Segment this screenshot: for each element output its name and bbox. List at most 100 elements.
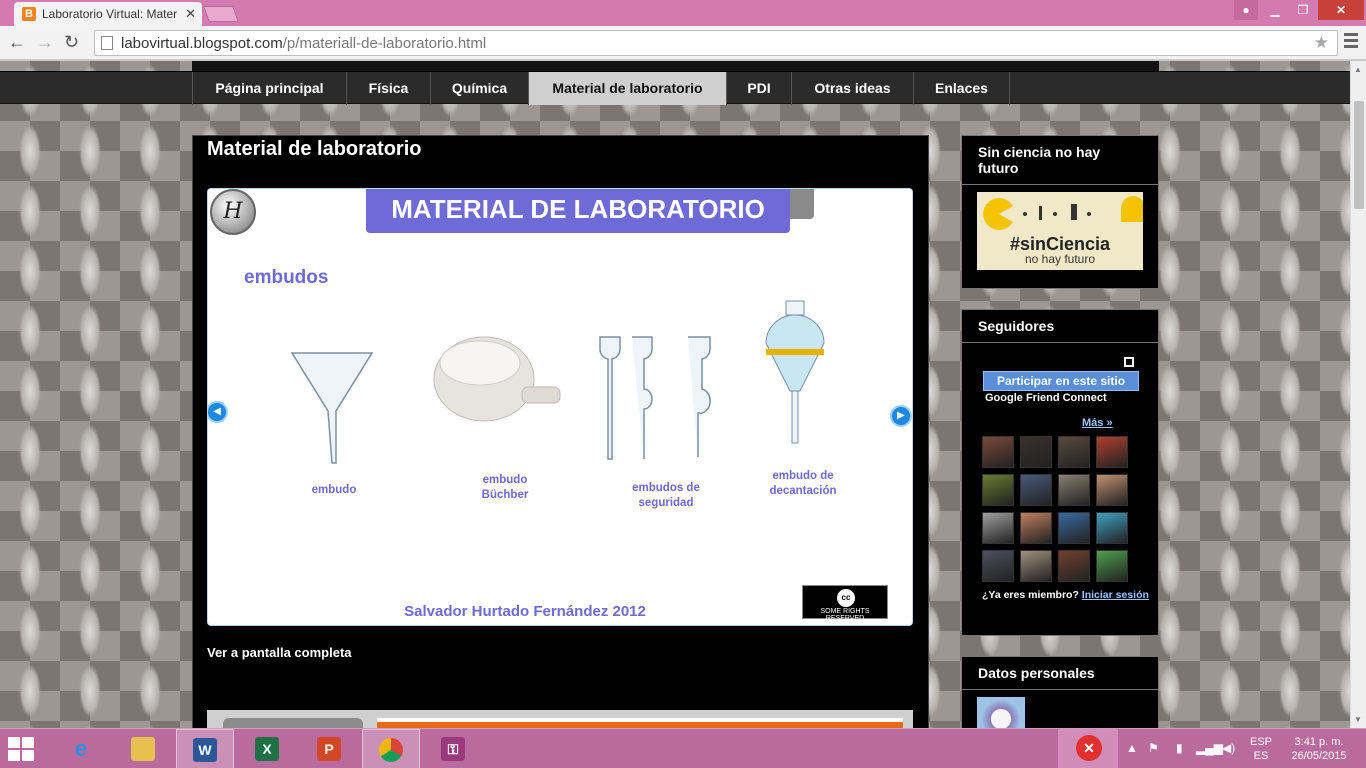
follower-avatar[interactable]	[1096, 474, 1128, 506]
url-text[interactable]: labovirtual.blogspot.com/p/materiall-de-…	[121, 35, 486, 52]
nav-item-home[interactable]: Página principal	[192, 72, 346, 105]
member-prompt: ¿Ya eres miembro? Iniciar sesión	[982, 589, 1149, 601]
slide-subtitle: embudos	[244, 267, 329, 288]
new-tab-button[interactable]	[203, 6, 239, 22]
funnel-image	[290, 352, 374, 464]
sinciencia-subtitle: no hay futuro	[1024, 252, 1096, 266]
buchner-funnel-image	[433, 336, 561, 422]
reload-icon[interactable]: ↻	[64, 32, 79, 53]
widget-sinciencia: Sin ciencia no hay futuro #sinCiencia no…	[961, 135, 1159, 289]
follower-avatar[interactable]	[1096, 550, 1128, 582]
follower-avatar[interactable]	[1058, 474, 1090, 506]
previous-slide-icon[interactable]: ◀	[208, 401, 228, 423]
fullscreen-link[interactable]: Ver a pantalla completa	[207, 645, 352, 660]
user-icon[interactable]: ●	[1234, 0, 1258, 20]
slide-author: Salvador Hurtado Fernández 2012	[404, 603, 646, 620]
safety-funnels-image	[599, 336, 711, 460]
widget-seguidores: Seguidores Participar en este sitio Goog…	[961, 309, 1159, 636]
follower-avatar[interactable]	[1058, 512, 1090, 544]
pacman-icon	[983, 196, 1143, 230]
gfc-provider: Google Friend Connect	[985, 392, 1107, 404]
author-logo: H	[210, 189, 256, 235]
maximize-icon[interactable]: ❐	[1290, 0, 1316, 20]
separatory-funnel-image	[765, 300, 825, 444]
bookmark-star-icon[interactable]: ★	[1314, 33, 1329, 53]
excel-icon[interactable]: X	[238, 729, 296, 768]
browser-tab[interactable]: B Laboratorio Virtual: Mater ✕	[14, 2, 202, 26]
browser-title-bar: B Laboratorio Virtual: Mater ✕ ● ▁ ❐ ✕	[0, 0, 1366, 26]
close-window-icon[interactable]: ✕	[1318, 0, 1364, 20]
minimize-icon[interactable]: ▁	[1262, 0, 1288, 20]
show-hidden-icons-icon[interactable]: ▲	[1126, 741, 1138, 755]
slideshow-embed[interactable]: MATERIAL DE LABORATORIO H embudos embudo…	[207, 188, 913, 626]
join-site-button[interactable]: Participar en este sitio	[983, 371, 1139, 391]
scroll-down-icon[interactable]: ▼	[1354, 715, 1362, 724]
word-icon[interactable]: W	[176, 729, 234, 768]
follower-avatar[interactable]	[1020, 436, 1052, 468]
tab-close-icon[interactable]: ✕	[185, 6, 196, 22]
caption-embudo: embudo	[311, 484, 357, 496]
follower-avatar[interactable]	[1096, 436, 1128, 468]
follower-avatar[interactable]	[1020, 550, 1052, 582]
chrome-menu-icon[interactable]	[1344, 33, 1358, 51]
next-slide-icon[interactable]: ▶	[890, 405, 912, 427]
header-strip	[192, 61, 1159, 71]
windows-start-icon[interactable]	[8, 737, 38, 763]
powerpoint-icon[interactable]: P	[300, 729, 358, 768]
profile-avatar[interactable]	[977, 697, 1025, 728]
next-embed-preview	[207, 710, 913, 728]
popout-icon[interactable]	[1124, 357, 1134, 367]
volume-icon[interactable]: ◀)	[1222, 741, 1235, 755]
follower-avatar[interactable]	[982, 436, 1014, 468]
network-signal-icon[interactable]: ▂▄▆	[1196, 741, 1223, 755]
clock[interactable]: 3:41 p. m. 26/05/2015	[1282, 735, 1356, 763]
widget-datos-personales: Datos personales	[961, 656, 1159, 728]
windows-taskbar: e W X P ⚿ ✕ ▲ ⚑ ▮ ▂▄▆ ◀) ESP ES 3:41 p. m…	[0, 728, 1366, 768]
follower-avatar[interactable]	[1058, 436, 1090, 468]
scroll-up-icon[interactable]: ▲	[1354, 65, 1362, 74]
nav-item-fisica[interactable]: Física	[346, 72, 430, 105]
caption-decantacion: embudo de decantación	[769, 470, 837, 497]
post-container: Material de laboratorio MATERIAL DE LABO…	[192, 135, 929, 728]
caption-buchner: embudo Büchber	[481, 474, 529, 501]
widget-title: Datos personales	[962, 657, 1158, 690]
chrome-icon[interactable]	[362, 729, 420, 768]
nav-item-enlaces[interactable]: Enlaces	[913, 72, 1010, 105]
nav-item-otras-ideas[interactable]: Otras ideas	[791, 72, 913, 105]
nav-item-quimica[interactable]: Química	[430, 72, 528, 105]
follower-avatar[interactable]	[1096, 512, 1128, 544]
more-followers-link[interactable]: Más »	[1082, 417, 1113, 429]
battery-icon[interactable]: ▮	[1176, 741, 1183, 755]
nav-item-pdi[interactable]: PDI	[726, 72, 791, 105]
keypass-icon[interactable]: ⚿	[424, 729, 482, 768]
widget-title: Sin ciencia no hay futuro	[962, 136, 1158, 185]
follower-avatar[interactable]	[1058, 550, 1090, 582]
sinciencia-banner[interactable]: #sinCiencia no hay futuro	[977, 192, 1143, 270]
security-alert-icon[interactable]: ✕	[1058, 729, 1118, 768]
back-arrow-icon[interactable]: ←	[8, 32, 26, 53]
follower-avatar[interactable]	[1020, 474, 1052, 506]
signin-link[interactable]: Iniciar sesión	[1082, 589, 1149, 601]
page-icon	[101, 36, 113, 50]
post-title: Material de laboratorio	[207, 138, 422, 160]
browser-toolbar: ← → ↻ labovirtual.blogspot.com/p/materia…	[0, 26, 1366, 60]
follower-avatar[interactable]	[1020, 512, 1052, 544]
follower-avatar[interactable]	[982, 550, 1014, 582]
internet-explorer-icon[interactable]: e	[52, 729, 110, 768]
file-explorer-icon[interactable]	[114, 729, 172, 768]
forward-arrow-icon[interactable]: →	[36, 32, 54, 53]
page-scrollbar[interactable]: ▲ ▼	[1350, 61, 1366, 728]
slide-banner: MATERIAL DE LABORATORIO	[366, 189, 790, 233]
address-bar[interactable]: labovirtual.blogspot.com/p/materiall-de-…	[94, 30, 1338, 56]
follower-avatar[interactable]	[982, 474, 1014, 506]
creative-commons-badge[interactable]: cc SOME RIGHTS RESERVED	[802, 585, 888, 622]
language-indicator[interactable]: ESP ES	[1244, 735, 1278, 763]
cc-icon: cc	[837, 589, 855, 607]
action-center-flag-icon[interactable]: ⚑	[1148, 741, 1159, 755]
nav-item-material[interactable]: Material de laboratorio	[528, 72, 726, 105]
follower-avatar[interactable]	[982, 512, 1014, 544]
page-viewport: Página principal Física Química Material…	[0, 61, 1350, 728]
widget-title: Seguidores	[962, 310, 1158, 343]
scroll-thumb[interactable]	[1354, 101, 1364, 209]
tab-title: Laboratorio Virtual: Mater	[42, 7, 178, 21]
